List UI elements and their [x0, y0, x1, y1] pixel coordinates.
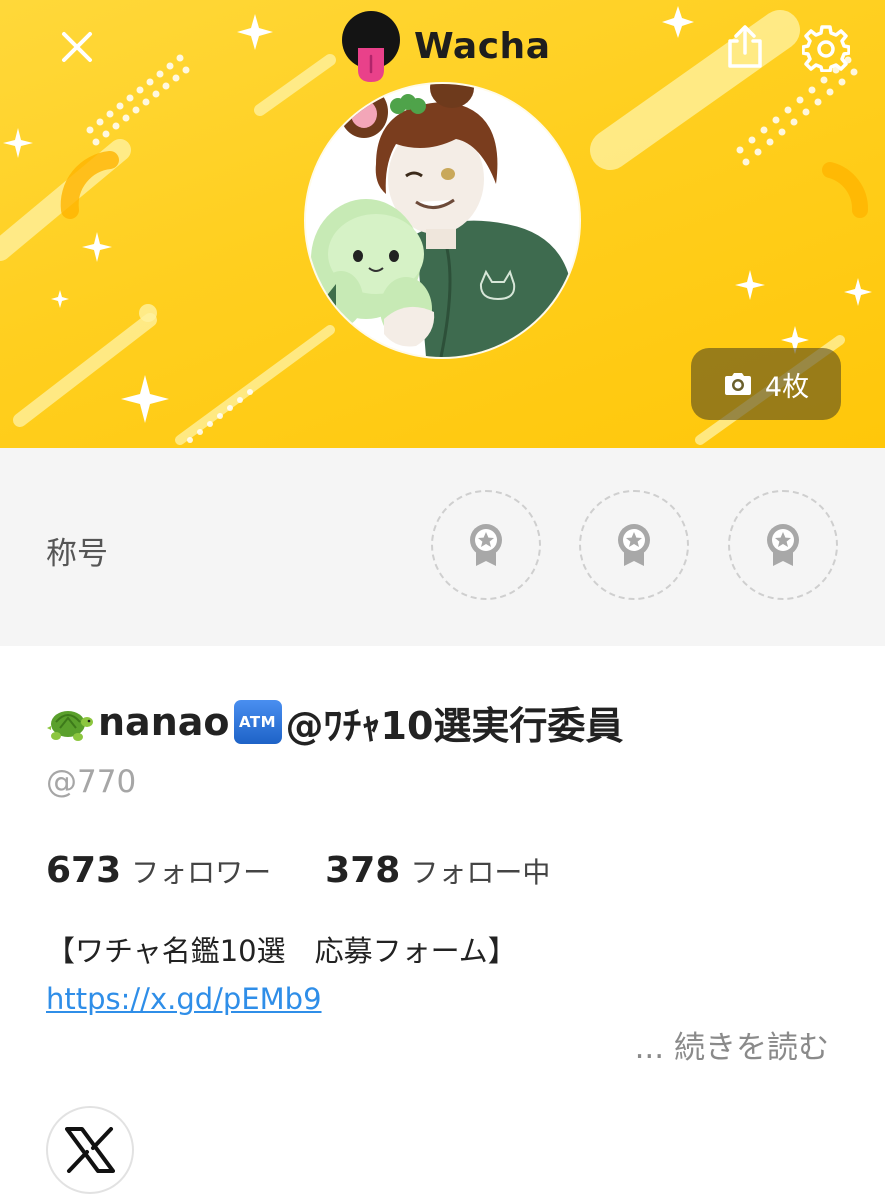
display-name-part2: @ﾜﾁｬ10選実行委員 — [285, 703, 624, 748]
followers-count: 673 — [46, 850, 122, 891]
photo-count-button[interactable]: 4枚 — [691, 348, 841, 420]
wacha-logo — [342, 11, 400, 82]
award-icon — [767, 524, 799, 566]
photo-count-label: 4枚 — [764, 371, 810, 403]
close-button[interactable] — [52, 22, 102, 72]
profile-header-banner: Wacha 4枚 — [0, 0, 885, 448]
x-logo-icon — [65, 1127, 115, 1173]
following-stat[interactable]: 378 フォロー中 — [325, 850, 550, 891]
share-icon — [728, 25, 762, 68]
close-icon — [62, 32, 92, 62]
title-badge-slot-2[interactable] — [579, 490, 689, 600]
brand: Wacha — [340, 10, 550, 82]
username: @770 — [46, 764, 137, 800]
titles-label: 称号 — [46, 536, 108, 572]
following-count: 378 — [325, 850, 401, 891]
camera-icon — [724, 373, 751, 395]
x-social-button[interactable] — [46, 1106, 134, 1194]
display-name-part1: nanao — [98, 700, 230, 744]
titles-section: 称号 — [0, 448, 885, 646]
brand-name: Wacha — [414, 25, 551, 67]
bio-link[interactable]: https://x.gd/pEMb9 — [46, 982, 322, 1016]
avatar-illustration — [306, 84, 579, 357]
following-label: フォロー中 — [410, 856, 551, 889]
followers-label: フォロワー — [131, 856, 272, 889]
bio-text: 【ワチャ名鑑10選 応募フォーム】 — [46, 934, 517, 968]
turtle-emoji-icon — [47, 711, 93, 741]
profile-info: nanao ATM @ﾜﾁｬ10選実行委員 @770 673 フォロワー 378… — [0, 646, 885, 1200]
title-badge-slot-1[interactable] — [431, 490, 541, 600]
atm-emoji-icon: ATM — [233, 700, 282, 744]
read-more-link[interactable]: ... 続きを読む — [635, 1022, 829, 1067]
follow-stats: 673 フォロワー 378 フォロー中 — [46, 850, 550, 891]
title-badge-slot-3[interactable] — [728, 490, 838, 600]
display-name: nanao ATM @ﾜﾁｬ10選実行委員 — [46, 696, 623, 748]
award-icon — [618, 524, 650, 566]
profile-avatar[interactable] — [306, 84, 579, 357]
share-button[interactable] — [718, 20, 772, 74]
award-icon — [470, 524, 502, 566]
gear-icon — [802, 25, 850, 72]
settings-button[interactable] — [798, 20, 854, 76]
followers-stat[interactable]: 673 フォロワー — [46, 850, 271, 891]
